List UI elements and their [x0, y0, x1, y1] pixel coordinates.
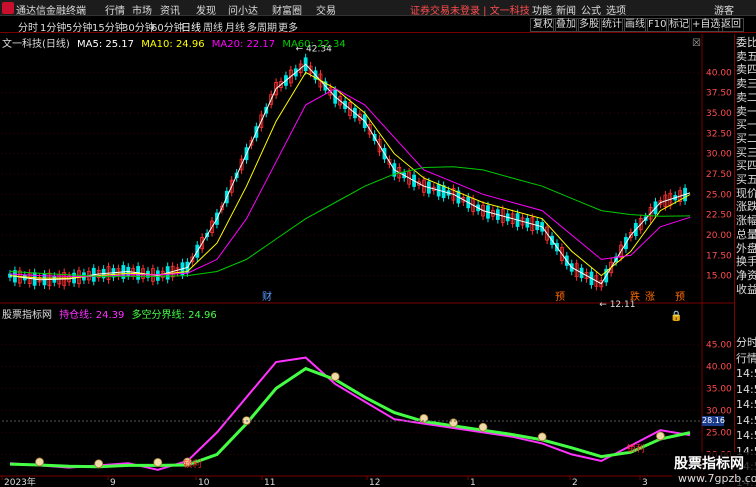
money-bag-icon — [94, 459, 104, 469]
side-panel-time: 14:5 — [736, 398, 756, 411]
indicator-line-1 — [9, 366, 691, 469]
date-tick-label: 2023年 — [4, 476, 36, 487]
side-panel-label: 卖二 — [736, 90, 756, 104]
lock-profit-badge: 锁利 — [627, 443, 645, 455]
side-panel-time: 14:5 — [736, 413, 756, 427]
date-tick-label: 12 — [369, 478, 380, 487]
event-marker: 预 — [675, 291, 685, 303]
price-tick-label: 15.00 — [706, 272, 732, 282]
watermark: 股票指标网 www.7gpzb.com — [672, 452, 756, 487]
price-tick-label: 40.00 — [706, 68, 732, 78]
watermark-title: 股票指标网 — [674, 456, 744, 472]
price-tick-label: 32.50 — [706, 129, 732, 139]
side-panel-label: 收益 — [736, 282, 756, 296]
side-panel-time: 行情 — [736, 351, 756, 365]
side-panel-label: 现价 — [736, 186, 756, 200]
side-panel-time: 14:5 — [736, 429, 756, 442]
indicator-tick-label: 45.00 — [706, 340, 732, 350]
side-panel-label: 买一 — [736, 118, 756, 132]
side-panel-label: 外盘 — [736, 241, 756, 255]
side-panel-label: 买二 — [736, 131, 756, 145]
money-bag-icon — [153, 457, 163, 467]
price-tick-label: 27.50 — [706, 170, 732, 180]
price-tick-label: 35.00 — [706, 109, 732, 119]
date-tick-label: 10 — [198, 478, 210, 487]
side-panel-time: 14:5 — [736, 367, 756, 380]
high-annotation: ← 42.34 — [296, 44, 332, 54]
date-tick-label: 9 — [110, 478, 116, 487]
price-tick-label: 22.50 — [706, 211, 732, 221]
indicator-tick-label: 30.00 — [706, 406, 732, 416]
side-panel-label: 净资 — [736, 268, 756, 282]
side-panel-label: 总量 — [736, 227, 756, 241]
side-panel-label: 卖一 — [736, 104, 756, 118]
side-panel-label: 卖五 — [736, 49, 756, 63]
money-bag-icon — [656, 431, 665, 441]
event-marker: 财 — [262, 290, 272, 303]
side-panel-label: 买四 — [736, 159, 756, 173]
quote-side-panel: 委比 卖五 卖四 卖三 卖二 卖一 买一 买二 买三 买四 买五 现价 涨跌 涨幅 总量 外盘 换手 净资 收益分时… — [734, 34, 756, 487]
indicator-tick-label: 40.00 — [706, 362, 732, 372]
lock-profit-badge: 锁利 — [183, 458, 201, 470]
date-tick-label: 1 — [470, 478, 476, 487]
event-marker: 跌 — [630, 290, 640, 303]
date-tick-label: 2 — [572, 478, 578, 487]
side-panel-label: 换手 — [736, 255, 756, 269]
indicator-tick-label: 35.00 — [706, 384, 732, 394]
side-panel-time: 分时 — [736, 336, 756, 349]
side-panel-label: 买五 — [736, 173, 756, 186]
price-tick-label: 17.50 — [706, 251, 732, 261]
side-panel-label: 涨幅 — [736, 214, 756, 228]
event-marker: 涨 — [645, 291, 655, 303]
indicator-tick-label: 25.00 — [706, 428, 732, 438]
side-panel-label: 委比 — [736, 36, 756, 49]
watermark-url: www.7gpzb.com — [678, 472, 756, 485]
price-tick-label: 37.50 — [706, 89, 732, 99]
event-marker: 预 — [555, 291, 565, 303]
money-bag-icon — [537, 432, 547, 442]
price-tick-label: 20.00 — [706, 231, 732, 241]
side-panel-label: 卖四 — [736, 63, 756, 77]
side-panel-label: 买三 — [736, 145, 756, 159]
price-tick-label: 25.00 — [706, 190, 732, 200]
side-panel-time: 14:5 — [736, 382, 756, 396]
price-tick-label: 30.00 — [706, 150, 732, 160]
date-tick-label: 11 — [264, 478, 275, 487]
side-panel-label: 卖三 — [736, 77, 756, 91]
kline-chart[interactable]: 40.00 37.50 35.00 32.50 30.00 27.50 25.00 22.50… — [0, 0, 734, 487]
date-tick-label: 3 — [642, 478, 648, 487]
money-bag-icon — [330, 372, 340, 382]
ma-line-ma60 — [9, 166, 691, 277]
money-bag-icon — [449, 418, 458, 428]
money-bag-icon — [35, 457, 44, 467]
side-panel-label: 涨跌 — [736, 200, 756, 214]
money-bag-icon — [478, 422, 488, 432]
current-value-label: 28.16 — [702, 416, 725, 426]
